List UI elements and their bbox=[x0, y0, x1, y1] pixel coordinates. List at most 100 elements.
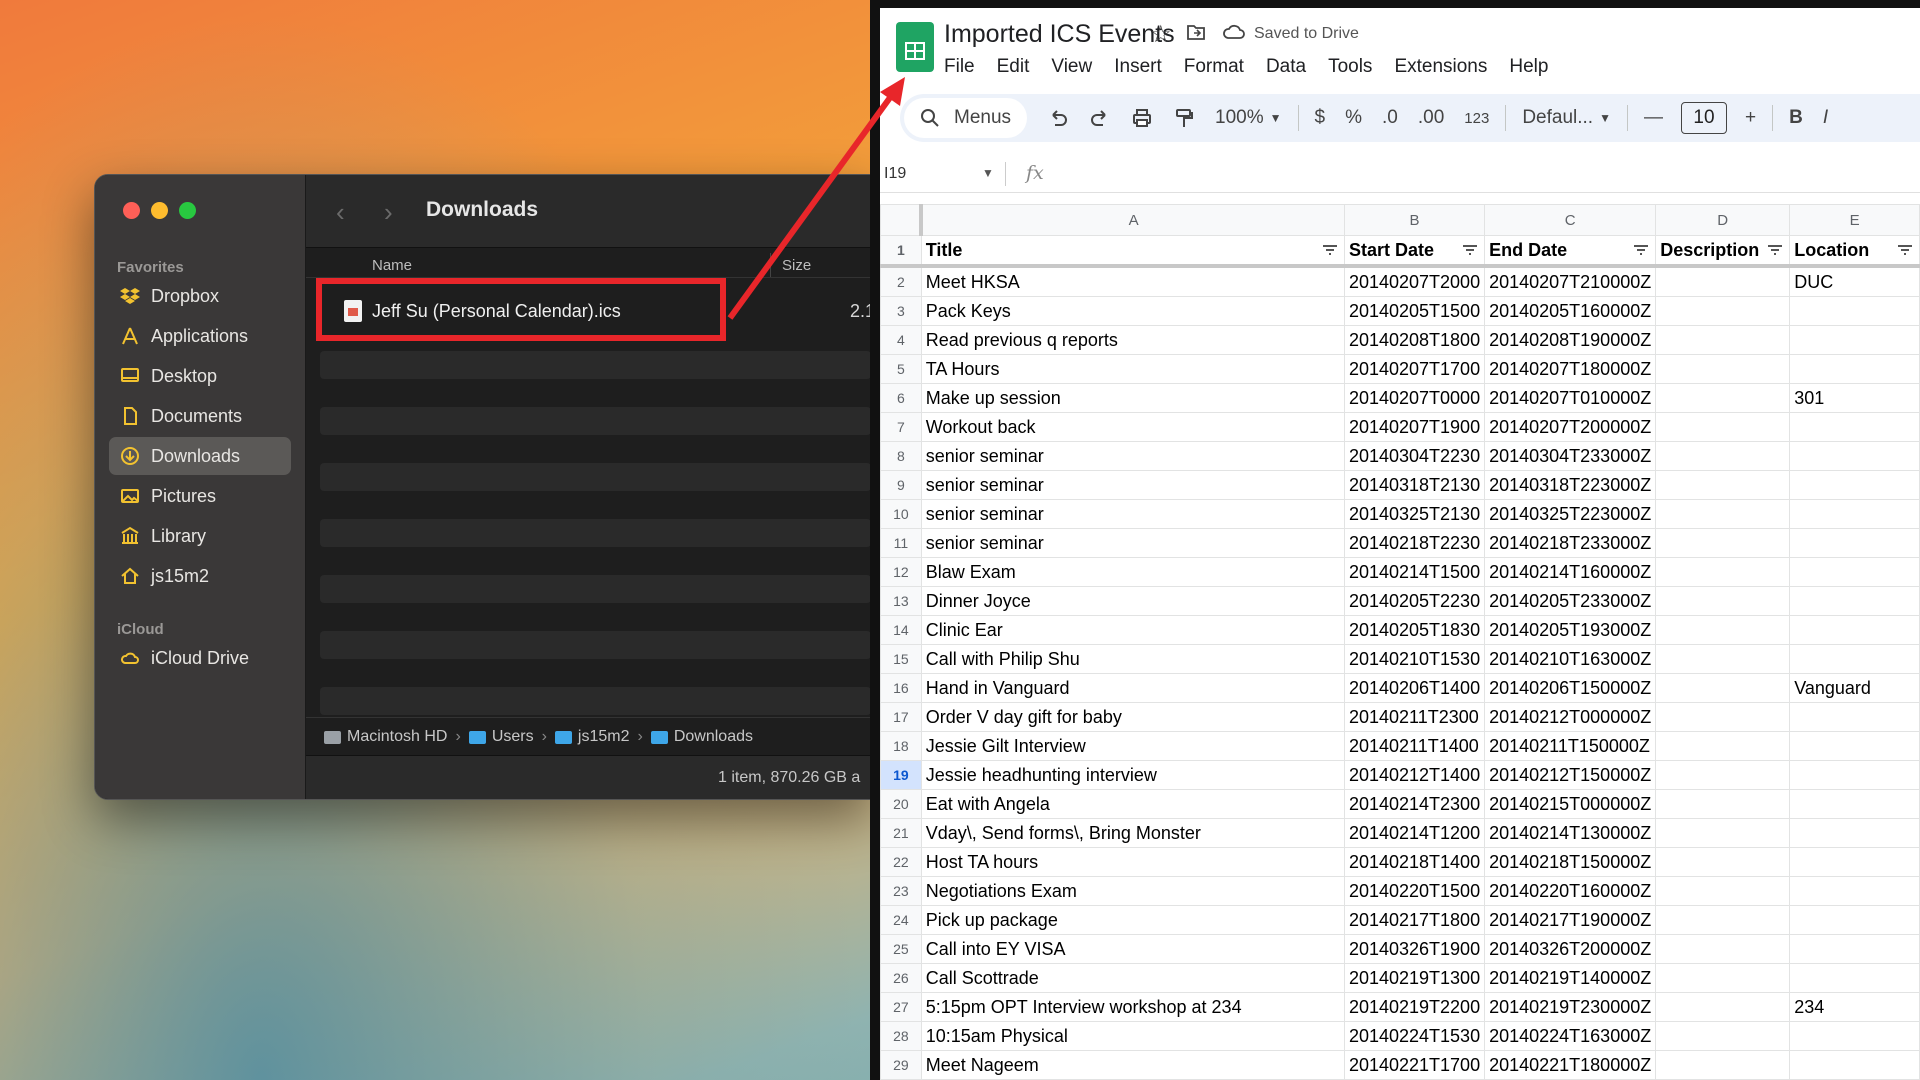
cell[interactable] bbox=[1789, 644, 1920, 674]
cell[interactable]: Workout back bbox=[920, 412, 1345, 442]
column-header-b[interactable]: B bbox=[1343, 204, 1486, 236]
name-column-header[interactable]: Name bbox=[372, 257, 412, 274]
cell[interactable]: Blaw Exam bbox=[920, 557, 1345, 587]
cell[interactable] bbox=[1789, 934, 1920, 964]
cell[interactable]: 20140206T150000Z bbox=[1484, 673, 1657, 703]
path-segment-users[interactable]: Users bbox=[468, 728, 534, 746]
cell[interactable] bbox=[1789, 470, 1920, 500]
column-header-e[interactable]: E bbox=[1789, 204, 1920, 236]
cell[interactable] bbox=[1655, 847, 1791, 877]
cell[interactable] bbox=[1789, 354, 1920, 384]
cell[interactable]: 20140217T1800 bbox=[1343, 905, 1486, 935]
sidebar-item-library[interactable]: Library bbox=[109, 517, 291, 555]
caret-down-icon[interactable]: ▼ bbox=[982, 166, 994, 180]
cell[interactable]: 20140219T2200 bbox=[1343, 992, 1486, 1022]
sheets-logo-icon[interactable] bbox=[896, 22, 934, 72]
cell[interactable]: 20140206T1400 bbox=[1343, 673, 1486, 703]
menu-format[interactable]: Format bbox=[1184, 56, 1244, 78]
cell[interactable] bbox=[1655, 265, 1791, 297]
cell[interactable]: 10:15am Physical bbox=[920, 1021, 1345, 1051]
cell[interactable]: 20140214T1500 bbox=[1343, 557, 1486, 587]
cell[interactable]: 20140207T010000Z bbox=[1484, 383, 1657, 413]
cell[interactable] bbox=[1655, 441, 1791, 471]
cell[interactable]: 20140214T130000Z bbox=[1484, 818, 1657, 848]
cell[interactable]: Call into EY VISA bbox=[920, 934, 1345, 964]
row-number[interactable]: 2 bbox=[880, 265, 922, 297]
star-icon[interactable]: ☆ bbox=[1150, 20, 1172, 49]
cell[interactable]: 20140304T233000Z bbox=[1484, 441, 1657, 471]
minimize-button[interactable] bbox=[151, 202, 168, 219]
filter-icon[interactable] bbox=[1633, 244, 1649, 256]
cell[interactable]: 20140221T180000Z bbox=[1484, 1050, 1657, 1080]
cell[interactable]: 20140214T1200 bbox=[1343, 818, 1486, 848]
menu-file[interactable]: File bbox=[944, 56, 975, 78]
cell[interactable]: 20140205T160000Z bbox=[1484, 296, 1657, 326]
number-format-button[interactable]: 123 bbox=[1464, 110, 1489, 127]
cell[interactable]: 20140207T0000 bbox=[1343, 383, 1486, 413]
row-number[interactable]: 13 bbox=[880, 586, 922, 616]
menu-help[interactable]: Help bbox=[1509, 56, 1548, 78]
filter-icon[interactable] bbox=[1462, 244, 1478, 256]
filter-icon[interactable] bbox=[1767, 244, 1783, 256]
header-cell[interactable]: Title bbox=[920, 235, 1345, 268]
back-arrow-icon[interactable]: ‹ bbox=[336, 197, 345, 228]
font-size-decrease-icon[interactable]: — bbox=[1644, 107, 1663, 129]
cell[interactable]: 20140318T223000Z bbox=[1484, 470, 1657, 500]
cell[interactable] bbox=[1789, 412, 1920, 442]
menu-data[interactable]: Data bbox=[1266, 56, 1306, 78]
move-to-folder-icon[interactable] bbox=[1186, 22, 1206, 42]
percent-format-button[interactable]: % bbox=[1345, 107, 1362, 129]
row-number[interactable]: 20 bbox=[880, 789, 922, 819]
redo-icon[interactable] bbox=[1089, 107, 1111, 129]
menu-edit[interactable]: Edit bbox=[997, 56, 1030, 78]
cell[interactable]: 20140218T1400 bbox=[1343, 847, 1486, 877]
sidebar-item-icloud-drive[interactable]: iCloud Drive bbox=[109, 639, 291, 677]
row-number[interactable]: 1 bbox=[880, 235, 922, 268]
cell[interactable]: 20140212T150000Z bbox=[1484, 760, 1657, 790]
cell[interactable]: senior seminar bbox=[920, 441, 1345, 471]
cell[interactable]: Negotiations Exam bbox=[920, 876, 1345, 906]
cell[interactable] bbox=[1789, 528, 1920, 558]
row-number[interactable]: 14 bbox=[880, 615, 922, 645]
cell[interactable]: Make up session bbox=[920, 383, 1345, 413]
cell[interactable]: Meet Nageem bbox=[920, 1050, 1345, 1080]
cell[interactable] bbox=[1655, 702, 1791, 732]
menus-search-button[interactable]: Menus bbox=[904, 98, 1028, 138]
cell[interactable]: Order V day gift for baby bbox=[920, 702, 1345, 732]
cell[interactable] bbox=[1789, 557, 1920, 587]
cell[interactable]: 5:15pm OPT Interview workshop at 234 bbox=[920, 992, 1345, 1022]
cell[interactable]: 20140205T233000Z bbox=[1484, 586, 1657, 616]
cell[interactable] bbox=[1655, 905, 1791, 935]
cell[interactable]: 20140207T200000Z bbox=[1484, 412, 1657, 442]
cell[interactable] bbox=[1655, 818, 1791, 848]
column-header-a[interactable]: A bbox=[920, 204, 1345, 236]
cell[interactable]: 20140224T163000Z bbox=[1484, 1021, 1657, 1051]
row-number[interactable]: 25 bbox=[880, 934, 922, 964]
cell[interactable] bbox=[1789, 876, 1920, 906]
font-size-increase-icon[interactable]: + bbox=[1745, 107, 1756, 129]
cell[interactable]: 20140205T193000Z bbox=[1484, 615, 1657, 645]
filter-icon[interactable] bbox=[1322, 244, 1338, 256]
cell[interactable]: 20140325T2130 bbox=[1343, 499, 1486, 529]
cell[interactable] bbox=[1789, 441, 1920, 471]
cell[interactable] bbox=[1655, 1021, 1791, 1051]
row-number[interactable]: 6 bbox=[880, 383, 922, 413]
cell[interactable]: Host TA hours bbox=[920, 847, 1345, 877]
sidebar-item-dropbox[interactable]: Dropbox bbox=[109, 277, 291, 315]
cell[interactable]: 20140214T2300 bbox=[1343, 789, 1486, 819]
cell[interactable]: 20140220T160000Z bbox=[1484, 876, 1657, 906]
select-all-corner[interactable] bbox=[880, 204, 924, 236]
cell[interactable]: 20140211T150000Z bbox=[1484, 731, 1657, 761]
cell[interactable]: Read previous q reports bbox=[920, 325, 1345, 355]
font-select[interactable]: Defaul... ▼ bbox=[1522, 107, 1611, 129]
cell[interactable]: Eat with Angela bbox=[920, 789, 1345, 819]
row-number[interactable]: 5 bbox=[880, 354, 922, 384]
cell[interactable]: Meet HKSA bbox=[920, 265, 1345, 297]
document-title[interactable]: Imported ICS Events bbox=[944, 20, 1175, 49]
cell[interactable] bbox=[1655, 586, 1791, 616]
cell[interactable] bbox=[1655, 1050, 1791, 1080]
cloud-saved-icon[interactable] bbox=[1222, 22, 1246, 42]
column-header-d[interactable]: D bbox=[1655, 204, 1791, 236]
cell[interactable]: 20140214T160000Z bbox=[1484, 557, 1657, 587]
row-number[interactable]: 16 bbox=[880, 673, 922, 703]
